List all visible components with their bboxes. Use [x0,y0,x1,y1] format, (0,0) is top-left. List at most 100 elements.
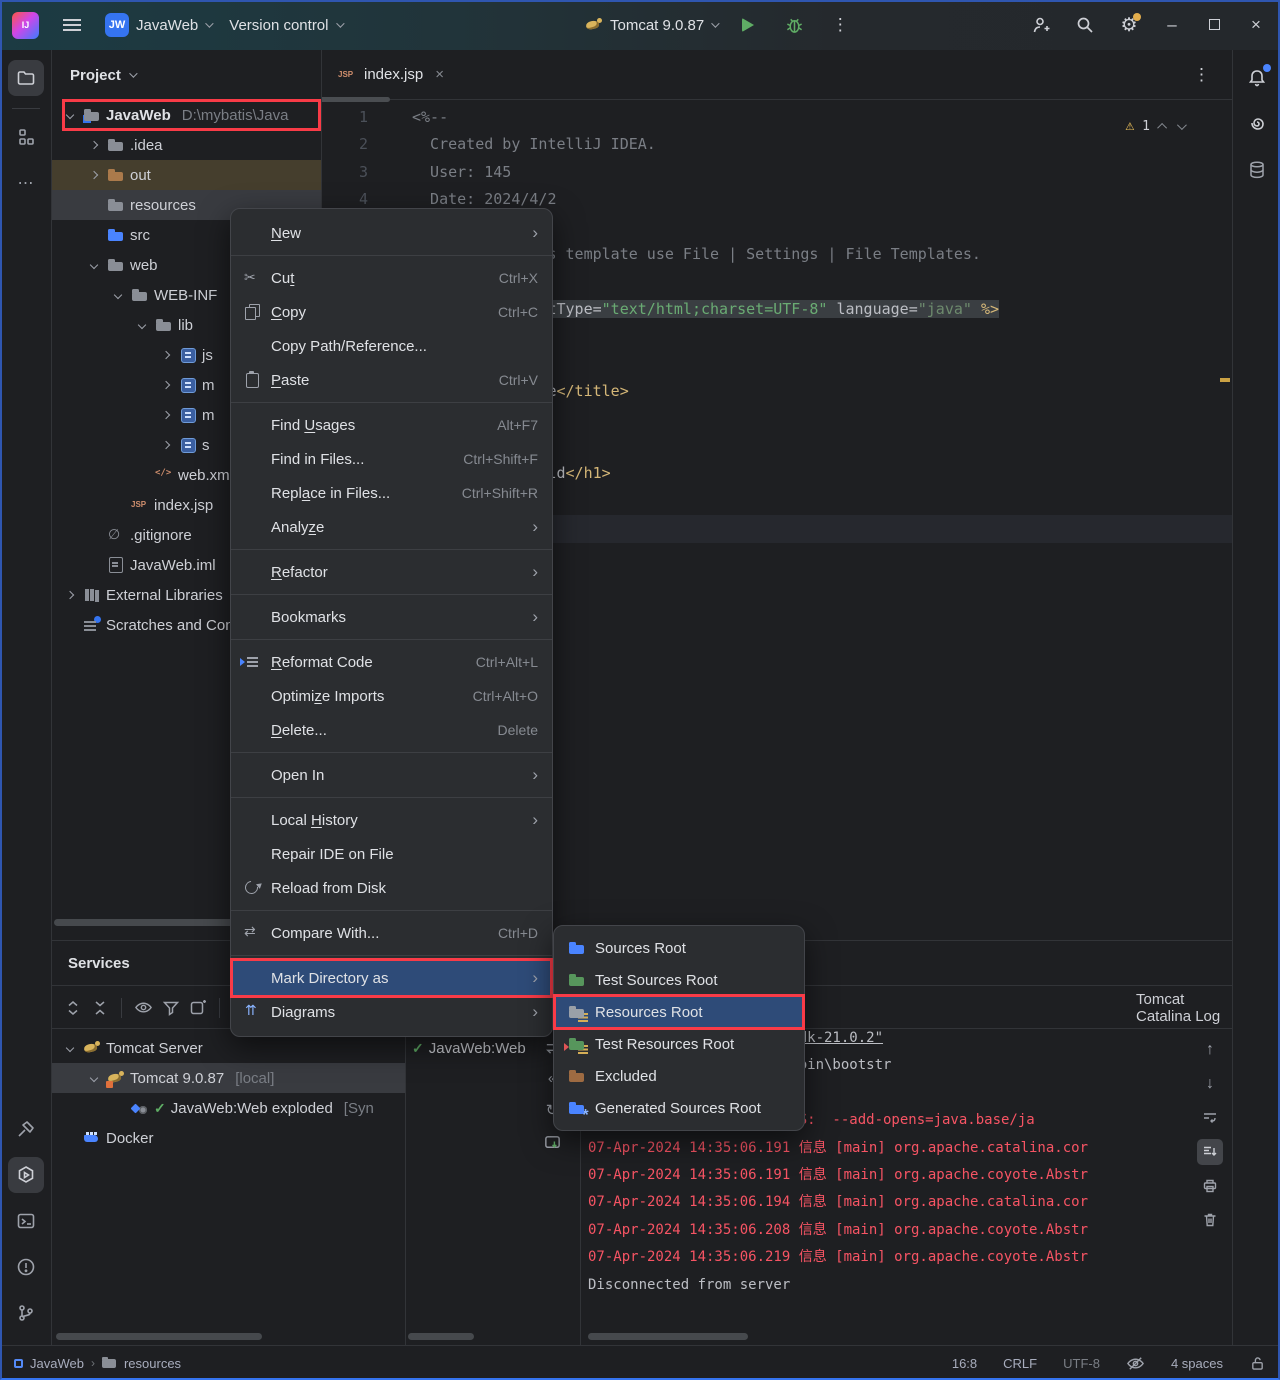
inspections-widget[interactable]: ⚠ 1 [1125,112,1184,140]
services-item-tomcat-server[interactable]: Tomcat Server [52,1033,405,1063]
menu-item-cut[interactable]: Cut Ctrl+X [231,261,552,295]
show-options-eye-icon[interactable] [134,998,153,1017]
project-widget[interactable]: JW JavaWeb [105,13,211,37]
more-tool-windows-button[interactable]: ⋯ [8,165,44,201]
tab-index-jsp[interactable]: index.jsp × [322,50,458,99]
problems-tool-button[interactable] [8,1249,44,1285]
indent-setting[interactable]: 4 spaces [1171,1356,1223,1371]
menu-item-new[interactable]: New › [231,216,552,250]
menu-item-analyze[interactable]: Analyze › [231,510,552,544]
menu-item-open-in[interactable]: Open In › [231,758,552,792]
run-button[interactable] [733,10,763,40]
menu-item-mark-directory-as[interactable]: Mark Directory as › [231,961,552,995]
code-line: 3 User: 145 [322,159,1232,186]
chevron-down-icon[interactable] [129,69,137,77]
collapse-all-icon[interactable] [91,999,109,1017]
menu-item-replace-in-files[interactable]: Replace in Files... Ctrl+Shift+R [231,476,552,510]
breadcrumb-module: JavaWeb [30,1356,84,1371]
services-item-tomcat-9087[interactable]: Tomcat 9.0.87 [local] [52,1063,405,1093]
close-icon[interactable]: × [435,66,444,83]
filter-icon[interactable] [162,999,180,1017]
line-number: 3 [322,159,368,186]
menu-item-paste[interactable]: Paste Ctrl+V [231,363,552,397]
settings-button[interactable]: ⚙ [1114,10,1144,40]
print-icon[interactable] [1197,1173,1223,1199]
vcs-widget[interactable]: Version control [229,17,341,34]
editor-options-kebab-icon[interactable]: ⋮ [1193,65,1210,85]
submenu-item-test-resources-root[interactable]: Test Resources Root [554,1028,804,1060]
submenu-item-sources-root[interactable]: Sources Root [554,932,804,964]
build-tool-button[interactable] [8,1111,44,1147]
file-encoding[interactable]: UTF-8 [1063,1356,1100,1371]
line-separator[interactable]: CRLF [1003,1356,1037,1371]
horizontal-scrollbar[interactable] [588,1333,748,1340]
tab-catalina-log[interactable]: Tomcat Catalina Log [1136,987,1232,1029]
menu-item-copy-path[interactable]: Copy Path/Reference... [231,329,552,363]
breadcrumb[interactable]: JavaWeb › resources [14,1356,181,1371]
menu-item-find-usages[interactable]: Find Usages Alt+F7 [231,408,552,442]
menu-item-copy[interactable]: Copy Ctrl+C [231,295,552,329]
scrollbar-change-marker [1220,378,1230,382]
expand-all-icon[interactable] [64,999,82,1017]
deploy-item-javaweb[interactable]: ✓ JavaWeb:Web exploded [406,1033,526,1063]
menu-item-repair-ide[interactable]: Repair IDE on File [231,837,552,871]
menu-item-diagrams[interactable]: Diagrams › [231,995,552,1029]
submenu-item-excluded[interactable]: Excluded [554,1060,804,1092]
menu-item-delete[interactable]: Delete... Delete [231,713,552,747]
more-actions-button[interactable]: ⋮ [825,10,855,40]
add-service-icon[interactable] [189,999,207,1017]
tree-item-javaweb[interactable]: JavaWeb D:\mybatis\Java [52,100,321,130]
horizontal-scrollbar[interactable] [408,1333,474,1340]
code-with-me-button[interactable] [1026,10,1056,40]
project-tool-button[interactable] [8,60,44,96]
menu-item-bookmarks[interactable]: Bookmarks › [231,600,552,634]
run-configuration-widget[interactable]: Tomcat 9.0.87 [585,17,717,34]
services-item-docker[interactable]: Docker [52,1123,405,1153]
submenu-item-resources-root[interactable]: Resources Root [554,996,804,1028]
terminal-tool-button[interactable] [8,1203,44,1239]
unlock-icon[interactable] [1249,1355,1266,1372]
services-tool-button[interactable] [8,1157,44,1193]
database-tool-button[interactable] [1239,152,1275,188]
import-icon[interactable] [543,1133,562,1152]
prev-problem-icon[interactable] [1157,123,1167,133]
title-bar: IJ JW JavaWeb Version control Tomcat 9.0… [0,0,1280,50]
folder-icon [102,1357,117,1370]
search-everywhere-button[interactable] [1070,10,1100,40]
menu-item-optimize-imports[interactable]: Optimize Imports Ctrl+Alt+O [231,679,552,713]
menu-item-local-history[interactable]: Local History › [231,803,552,837]
structure-tool-button[interactable] [8,119,44,155]
ai-assistant-button[interactable] [1239,106,1275,142]
notifications-button[interactable] [1239,60,1275,96]
services-item-javaweb-exploded[interactable]: ✓ JavaWeb:Web exploded [Syn [52,1093,405,1123]
highlighting-off-eye-icon[interactable] [1126,1354,1145,1373]
menu-separator [231,402,552,403]
menu-separator [231,594,552,595]
clear-trash-icon[interactable] [1197,1207,1223,1233]
submenu-item-generated-sources-root[interactable]: Generated Sources Root [554,1092,804,1124]
menu-item-refactor[interactable]: Refactor › [231,555,552,589]
debug-button[interactable] [779,10,809,40]
scroll-up-icon[interactable]: ↑ [1197,1037,1223,1063]
menu-item-find-in-files[interactable]: Find in Files... Ctrl+Shift+F [231,442,552,476]
scroll-to-end-icon[interactable] [1197,1139,1223,1165]
menu-item-reformat-code[interactable]: Reformat Code Ctrl+Alt+L [231,645,552,679]
run-configuration-label: Tomcat 9.0.87 [610,17,704,34]
horizontal-scrollbar[interactable] [56,1333,262,1340]
tree-item-idea[interactable]: .idea [52,130,321,160]
close-button[interactable]: × [1242,15,1270,35]
caret-position[interactable]: 16:8 [952,1356,977,1371]
soft-wrap-icon[interactable] [1197,1105,1223,1131]
scroll-down-icon[interactable]: ↓ [1197,1071,1223,1097]
chevron-down-icon [336,19,344,27]
tree-item-out[interactable]: out [52,160,321,190]
submenu-item-test-sources-root[interactable]: Test Sources Root [554,964,804,996]
minimize-button[interactable]: – [1158,15,1186,35]
notification-dot [1263,64,1271,72]
menu-item-compare-with[interactable]: Compare With... Ctrl+D [231,916,552,950]
git-tool-button[interactable] [8,1295,44,1331]
main-menu-icon[interactable] [63,19,81,31]
menu-item-reload-from-disk[interactable]: Reload from Disk [231,871,552,905]
database-icon [1247,160,1267,180]
maximize-button[interactable] [1200,15,1228,35]
